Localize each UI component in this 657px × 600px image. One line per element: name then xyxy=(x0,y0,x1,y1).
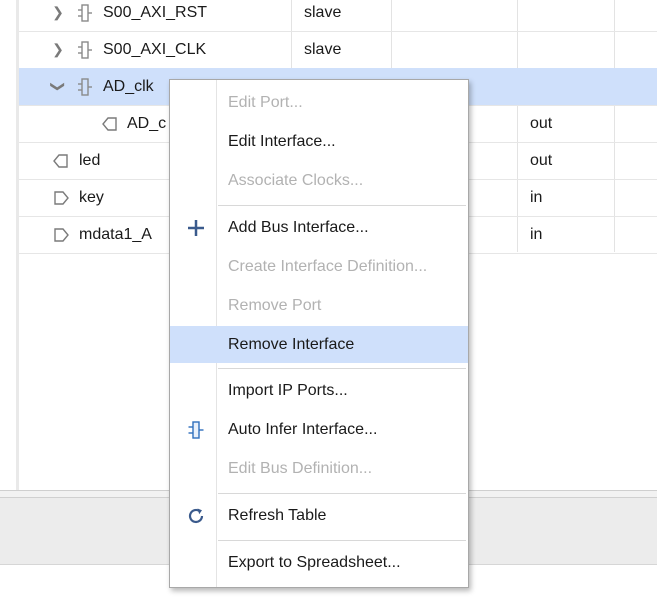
menu-item-label: Add Bus Interface... xyxy=(228,219,369,236)
menu-item-refresh-table[interactable]: Refresh Table xyxy=(170,497,468,534)
output-port-icon xyxy=(52,142,70,179)
menu-item-label: Edit Bus Definition... xyxy=(228,460,373,477)
menu-item-import-ip-ports[interactable]: Import IP Ports... xyxy=(170,372,468,409)
port-name: AD_c xyxy=(127,115,167,132)
menu-item-label: Export to Spreadsheet... xyxy=(228,554,401,571)
port-direction xyxy=(530,0,610,31)
port-direction xyxy=(530,68,610,105)
refresh-icon xyxy=(184,497,208,534)
menu-item-label: Edit Interface... xyxy=(228,133,336,150)
menu-item-create-interface-definition[interactable]: Create Interface Definition... xyxy=(170,248,468,285)
table-row[interactable]: ❯ S00_AXI_CLK slave xyxy=(19,31,657,69)
menu-separator xyxy=(218,368,466,369)
menu-item-remove-interface[interactable]: Remove Interface xyxy=(170,326,468,363)
left-gutter xyxy=(0,0,17,490)
port-name: AD_clk xyxy=(103,78,154,95)
menu-item-add-bus-interface[interactable]: Add Bus Interface... xyxy=(170,209,468,246)
menu-item-edit-port[interactable]: Edit Port... xyxy=(170,84,468,121)
menu-item-associate-clocks[interactable]: Associate Clocks... xyxy=(170,162,468,199)
menu-item-auto-infer-interface[interactable]: Auto Infer Interface... xyxy=(170,411,468,448)
input-port-icon xyxy=(52,179,70,216)
chevron-down-icon[interactable]: ❯ xyxy=(40,80,77,94)
menu-separator xyxy=(218,205,466,206)
port-direction: out xyxy=(530,115,553,132)
chevron-right-icon[interactable]: ❯ xyxy=(51,0,65,31)
port-name: mdata1_A xyxy=(79,226,152,243)
bus-interface-icon xyxy=(76,0,94,31)
menu-item-label: Associate Clocks... xyxy=(228,172,364,189)
input-port-icon xyxy=(52,216,70,253)
menu-item-label: Edit Port... xyxy=(228,94,303,111)
port-direction: in xyxy=(530,189,543,206)
menu-item-label: Remove Interface xyxy=(228,336,355,353)
port-name: S00_AXI_RST xyxy=(103,4,208,21)
port-direction: in xyxy=(530,226,543,243)
port-name: key xyxy=(79,189,104,206)
port-direction xyxy=(530,31,610,68)
port-direction: out xyxy=(530,152,553,169)
bus-interface-icon xyxy=(76,31,94,68)
menu-item-edit-interface[interactable]: Edit Interface... xyxy=(170,123,468,160)
menu-item-label: Import IP Ports... xyxy=(228,382,348,399)
menu-item-label: Remove Port xyxy=(228,297,322,314)
menu-item-export-to-spreadsheet[interactable]: Export to Spreadsheet... xyxy=(170,544,468,581)
output-port-icon xyxy=(101,105,119,142)
chevron-right-icon[interactable]: ❯ xyxy=(51,31,65,68)
plus-icon xyxy=(184,209,208,246)
menu-separator xyxy=(218,493,466,494)
context-menu: Edit Port... Edit Interface... Associate… xyxy=(169,79,469,588)
menu-item-label: Refresh Table xyxy=(228,507,327,524)
menu-item-label: Create Interface Definition... xyxy=(228,258,428,275)
table-row[interactable]: ❯ S00_AXI_RST slave xyxy=(19,0,657,32)
menu-separator xyxy=(218,540,466,541)
port-mode: slave xyxy=(304,41,342,58)
port-name: S00_AXI_CLK xyxy=(103,41,207,58)
port-name: led xyxy=(79,152,101,169)
bus-interface-icon xyxy=(76,68,94,105)
menu-item-label: Auto Infer Interface... xyxy=(228,421,378,438)
menu-item-edit-bus-definition[interactable]: Edit Bus Definition... xyxy=(170,450,468,487)
port-mode: slave xyxy=(304,4,342,21)
menu-item-remove-port[interactable]: Remove Port xyxy=(170,287,468,324)
interface-icon xyxy=(184,411,208,448)
